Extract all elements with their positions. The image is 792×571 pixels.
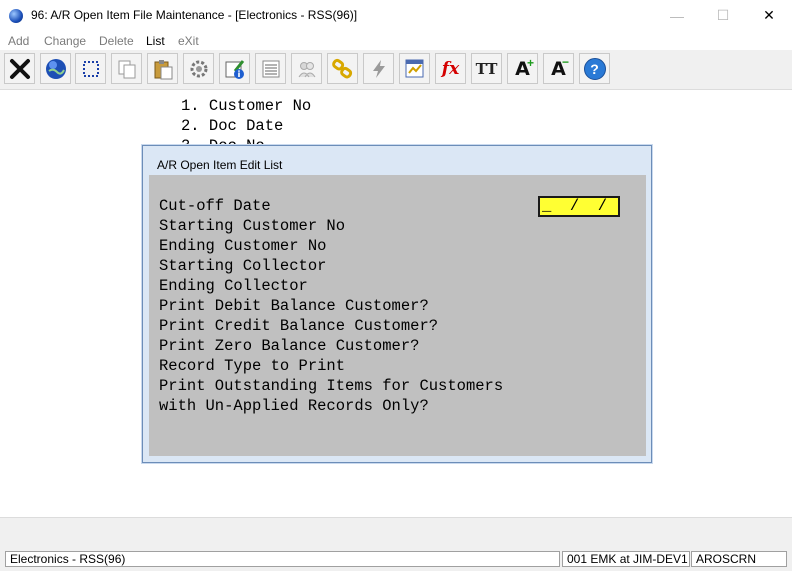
menu-add[interactable]: Add bbox=[8, 34, 29, 48]
label-starting-customer-no: Starting Customer No bbox=[159, 217, 346, 235]
maximize-button[interactable]: ☐ bbox=[700, 0, 746, 31]
status-company: Electronics - RSS(96) bbox=[5, 551, 560, 567]
status-screen: AROSCRN bbox=[691, 551, 787, 567]
select-frame-icon[interactable] bbox=[75, 53, 106, 84]
app-globe-icon[interactable] bbox=[9, 9, 23, 23]
menu-bar: Add Change Delete List eXit bbox=[0, 32, 792, 50]
label-ending-collector: Ending Collector bbox=[159, 277, 308, 295]
window-title: 96: A/R Open Item File Maintenance - [El… bbox=[31, 8, 358, 22]
label-ending-customer-no: Ending Customer No bbox=[159, 237, 327, 255]
cutoff-date-input[interactable]: _ / / bbox=[538, 196, 620, 217]
font-decrease-icon[interactable]: A − bbox=[543, 53, 574, 84]
edit-info-icon[interactable] bbox=[219, 53, 250, 84]
minimize-button[interactable]: — bbox=[654, 0, 700, 31]
title-bar: 96: A/R Open Item File Maintenance - [El… bbox=[0, 0, 792, 32]
status-user: 001 EMK at JIM-DEV1 bbox=[562, 551, 690, 567]
globe-icon[interactable] bbox=[40, 53, 71, 84]
label-print-zero-balance: Print Zero Balance Customer? bbox=[159, 337, 420, 355]
dialog-title: A/R Open Item Edit List bbox=[157, 158, 283, 172]
copy-icon[interactable] bbox=[111, 53, 142, 84]
menu-delete[interactable]: Delete bbox=[99, 34, 134, 48]
plus-icon: + bbox=[526, 56, 534, 70]
chart-edit-icon[interactable] bbox=[399, 53, 430, 84]
label-starting-collector: Starting Collector bbox=[159, 257, 327, 275]
dialog-body: Cut-off Date Starting Customer No Ending… bbox=[149, 175, 646, 456]
close-x-icon[interactable] bbox=[4, 53, 35, 84]
help-icon[interactable]: ? bbox=[579, 53, 610, 84]
status-bar: Electronics - RSS(96) 001 EMK at JIM-DEV… bbox=[0, 548, 792, 571]
edit-list-dialog: A/R Open Item Edit List Cut-off Date Sta… bbox=[142, 145, 652, 463]
menu-list[interactable]: List bbox=[146, 34, 165, 48]
label-print-outstanding-items: Print Outstanding Items for Customers bbox=[159, 377, 504, 395]
label-record-type: Record Type to Print bbox=[159, 357, 346, 375]
label-cutoff-date: Cut-off Date bbox=[159, 197, 271, 215]
settings-gear-icon[interactable] bbox=[183, 53, 214, 84]
menu-exit[interactable]: eXit bbox=[178, 34, 199, 48]
paste-icon[interactable] bbox=[147, 53, 178, 84]
users-icon[interactable] bbox=[291, 53, 322, 84]
lightning-icon[interactable] bbox=[363, 53, 394, 84]
label-print-debit-balance: Print Debit Balance Customer? bbox=[159, 297, 429, 315]
menu-change[interactable]: Change bbox=[44, 34, 86, 48]
text-format-icon[interactable]: TT bbox=[471, 53, 502, 84]
sort-option-doc-date: 2. Doc Date bbox=[181, 117, 284, 135]
list-view-icon[interactable] bbox=[255, 53, 286, 84]
minus-icon: − bbox=[561, 55, 569, 69]
close-window-button[interactable]: ✕ bbox=[746, 0, 792, 31]
link-chain-icon[interactable] bbox=[327, 53, 358, 84]
function-key-area bbox=[0, 517, 792, 548]
toolbar: fx TT A + A − ? bbox=[0, 50, 792, 90]
label-print-credit-balance: Print Credit Balance Customer? bbox=[159, 317, 439, 335]
label-unapplied-records-only: with Un-Applied Records Only? bbox=[159, 397, 429, 415]
function-fx-icon[interactable]: fx bbox=[435, 53, 466, 84]
font-increase-icon[interactable]: A + bbox=[507, 53, 538, 84]
sort-option-customer-no: 1. Customer No bbox=[181, 97, 312, 115]
